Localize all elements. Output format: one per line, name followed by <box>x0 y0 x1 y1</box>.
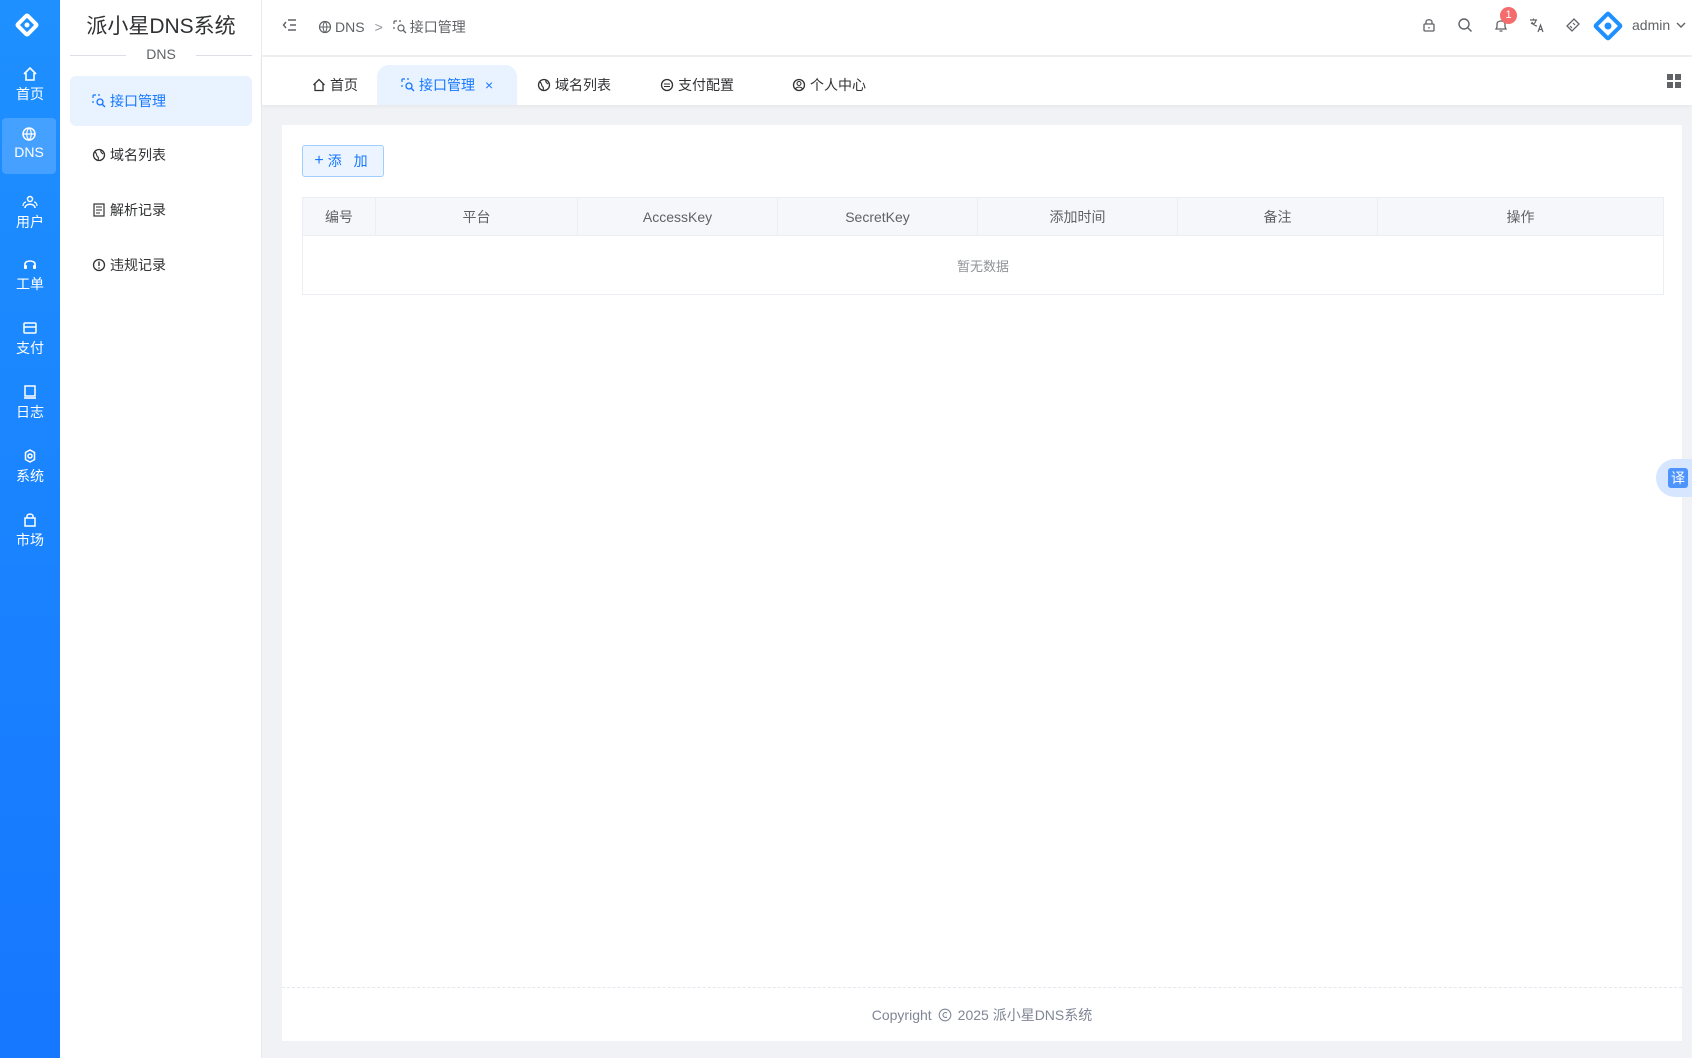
warning-icon <box>92 258 106 272</box>
rail-item-label: 用户 <box>16 214 44 230</box>
globe-icon <box>318 20 332 34</box>
rail-item-system[interactable]: 系统 <box>0 440 60 496</box>
breadcrumb-item-dns[interactable]: DNS <box>335 19 365 35</box>
footer: Copyright 2025 派小星DNS系统 <box>282 987 1682 1041</box>
table-header: 编号 平台 AccessKey SecretKey 添加时间 备注 操作 <box>303 198 1663 236</box>
rail-item-label: 支付 <box>16 340 44 356</box>
footer-year-text: 2025 派小星DNS系统 <box>957 1006 1093 1023</box>
globe-icon <box>92 148 106 162</box>
floating-translate-button[interactable]: 译 <box>1656 459 1692 497</box>
api-icon <box>401 78 415 92</box>
headset-icon <box>24 260 36 269</box>
api-table: 编号 平台 AccessKey SecretKey 添加时间 备注 操作 暂无数… <box>302 197 1664 295</box>
sidebar-item-domain-list[interactable]: 域名列表 <box>70 130 252 180</box>
tab-label: 支付配置 <box>678 77 734 93</box>
tab-label: 首页 <box>330 77 358 93</box>
wallet-icon <box>23 322 37 334</box>
add-button-label: 添 加 <box>327 153 372 169</box>
api-icon <box>393 20 407 34</box>
gear-icon <box>24 449 36 463</box>
wallet-icon <box>660 78 674 92</box>
tab-label: 接口管理 <box>419 77 475 93</box>
app-rail: 首页 DNS 用户 工单 支付 日志 系统 市场 <box>0 0 60 1058</box>
avatar[interactable] <box>1590 8 1626 44</box>
api-icon <box>92 94 106 108</box>
users-icon <box>22 195 38 209</box>
translate-icon[interactable] <box>1529 17 1545 33</box>
home-icon <box>23 66 37 81</box>
tab-home[interactable]: 首页 <box>302 65 368 105</box>
breadcrumb: DNS > 接口管理 <box>318 17 466 37</box>
sidebar-title: 派小星DNS系统 <box>86 15 236 38</box>
notification-badge: 1 <box>1500 7 1517 24</box>
column-header: 备注 <box>1178 198 1378 235</box>
grid-icon[interactable] <box>1666 73 1682 89</box>
plus-icon: + <box>314 152 324 169</box>
rail-item-label: 首页 <box>16 86 44 102</box>
sidebar-item-dns-records[interactable]: 解析记录 <box>70 185 252 235</box>
rail-item-label: 系统 <box>16 468 44 484</box>
collapse-menu-icon[interactable] <box>282 17 298 33</box>
home-icon <box>313 78 325 92</box>
tab-close-icon[interactable]: × <box>485 77 493 93</box>
column-header: SecretKey <box>778 198 978 235</box>
lock-icon[interactable] <box>1421 17 1437 33</box>
search-icon[interactable] <box>1457 17 1473 33</box>
sidebar-item-label: 解析记录 <box>110 202 166 218</box>
sidebar-subtitle: DNS <box>70 46 252 64</box>
user-icon <box>792 78 806 92</box>
rail-item-users[interactable]: 用户 <box>0 186 60 242</box>
content-card: + 添 加 编号 平台 AccessKey SecretKey 添加时间 备注 … <box>282 125 1682 1041</box>
sidebar-item-violations[interactable]: 违规记录 <box>70 240 252 290</box>
breadcrumb-separator: > <box>374 19 383 35</box>
column-header: 编号 <box>303 198 376 235</box>
chevron-down-icon[interactable] <box>1675 19 1687 31</box>
column-header: AccessKey <box>578 198 778 235</box>
translate-icon: 译 <box>1668 468 1688 488</box>
column-header: 操作 <box>1506 208 1535 225</box>
column-header: 平台 <box>376 198 578 235</box>
tab-domain-list[interactable]: 域名列表 <box>527 65 621 105</box>
sidebar-item-label: 接口管理 <box>110 93 166 109</box>
tab-label: 个人中心 <box>810 77 866 93</box>
rail-item-market[interactable]: 市场 <box>0 504 60 560</box>
top-header: DNS > 接口管理 1 admin <box>262 0 1692 56</box>
notebook-icon <box>24 385 36 399</box>
rail-item-label: 工单 <box>16 276 44 292</box>
sidebar-item-label: 域名列表 <box>110 147 166 163</box>
rail-item-logs[interactable]: 日志 <box>0 376 60 432</box>
username[interactable]: admin <box>1632 17 1670 33</box>
column-header: 添加时间 <box>978 198 1178 235</box>
rail-item-label: DNS <box>14 144 44 160</box>
rail-item-label: 日志 <box>16 404 44 420</box>
rail-item-label: 市场 <box>16 532 44 548</box>
rail-item-tickets[interactable]: 工单 <box>0 248 60 304</box>
footer-copyright-label: Copyright <box>871 1006 932 1023</box>
add-button[interactable]: + 添 加 <box>302 145 384 177</box>
theme-icon[interactable] <box>1565 17 1581 33</box>
tab-payment-config[interactable]: 支付配置 <box>650 65 744 105</box>
breadcrumb-item-current: 接口管理 <box>409 19 466 35</box>
tabs-bar: 首页 接口管理 × 域名列表 支付配置 个人中心 <box>262 57 1692 105</box>
tab-label: 域名列表 <box>555 77 611 93</box>
logo-icon[interactable] <box>12 10 42 40</box>
rail-item-payment[interactable]: 支付 <box>0 312 60 368</box>
header-actions: 1 admin <box>1272 0 1692 56</box>
globe-icon <box>22 127 36 141</box>
copyright-icon <box>938 1008 952 1021</box>
globe-icon <box>537 78 551 92</box>
sidebar-item-label: 违规记录 <box>110 257 166 273</box>
document-icon <box>93 203 105 217</box>
secondary-sidebar: 派小星DNS系统 DNS 接口管理 域名列表 解析记录 违规记录 <box>60 0 262 1058</box>
rail-item-dns[interactable]: DNS <box>2 118 56 174</box>
tab-api-management[interactable]: 接口管理 × <box>377 65 518 105</box>
tab-profile[interactable]: 个人中心 <box>782 65 876 105</box>
bag-icon <box>24 513 36 527</box>
rail-item-home[interactable]: 首页 <box>0 58 60 114</box>
table-empty-text: 暂无数据 <box>956 258 1009 274</box>
sidebar-item-api-management[interactable]: 接口管理 <box>70 76 252 126</box>
